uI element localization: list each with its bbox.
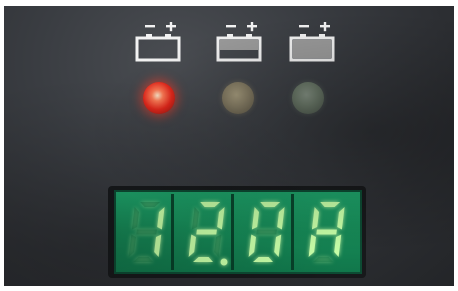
segment-f-off (191, 207, 199, 230)
led-half-indicator (222, 82, 254, 114)
charger-panel (4, 6, 454, 286)
segment-a-on (200, 202, 221, 207)
segment-d-on (253, 257, 273, 262)
segment-e-on (248, 234, 256, 257)
current-display (114, 190, 362, 274)
segment-g-on (196, 229, 217, 235)
led-charging-indicator (143, 82, 175, 114)
segment-a-on (320, 202, 341, 207)
segment-a-off (140, 202, 161, 207)
battery-half-icon (216, 22, 262, 62)
segment-c-on (334, 234, 342, 257)
decimal-point (220, 258, 228, 266)
segment-c-on (274, 234, 282, 257)
segment-d-off (313, 257, 333, 262)
segment-e-off (128, 234, 136, 257)
segment-b-on (217, 207, 225, 230)
segment-d-on (193, 257, 213, 262)
segment-f-on (311, 207, 319, 230)
segment-f-on (251, 207, 259, 230)
current-readout (128, 202, 345, 266)
segment-b-on (337, 207, 345, 230)
segment-c-off (214, 234, 222, 257)
segment-e-on (308, 234, 316, 257)
segment-b-on (157, 207, 165, 230)
segment-g-on (316, 229, 337, 235)
segment-c-on (154, 234, 162, 257)
led-full-indicator (292, 82, 324, 114)
battery-full-icon (289, 22, 335, 62)
segment-e-on (188, 234, 196, 257)
battery-charging-icon (135, 22, 181, 62)
segment-a-on (260, 202, 281, 207)
segment-g-off (136, 229, 157, 235)
segment-g-off (256, 229, 277, 235)
segment-d-off (133, 257, 153, 262)
segment-b-on (277, 207, 285, 230)
segment-f-off (131, 207, 139, 230)
